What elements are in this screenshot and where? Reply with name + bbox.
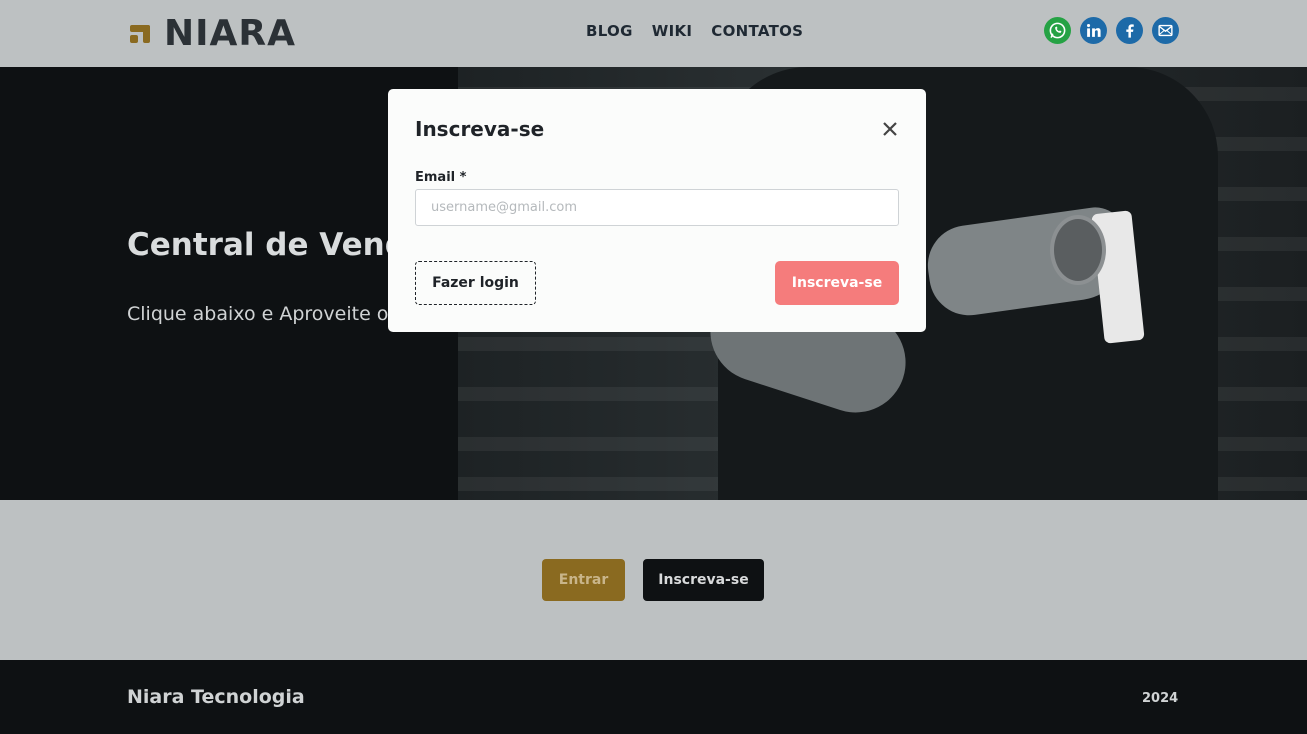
submit-inscreva-se-button[interactable]: Inscreva-se — [775, 261, 899, 305]
email-label: Email * — [415, 170, 467, 185]
modal-overlay: Inscreva-se Email * Fazer login Inscreva… — [0, 0, 1307, 734]
fazer-login-button[interactable]: Fazer login — [415, 261, 536, 305]
signup-modal: Inscreva-se Email * Fazer login Inscreva… — [388, 89, 926, 332]
modal-title: Inscreva-se — [415, 117, 545, 141]
email-field[interactable] — [415, 189, 899, 226]
close-icon[interactable] — [880, 119, 900, 139]
